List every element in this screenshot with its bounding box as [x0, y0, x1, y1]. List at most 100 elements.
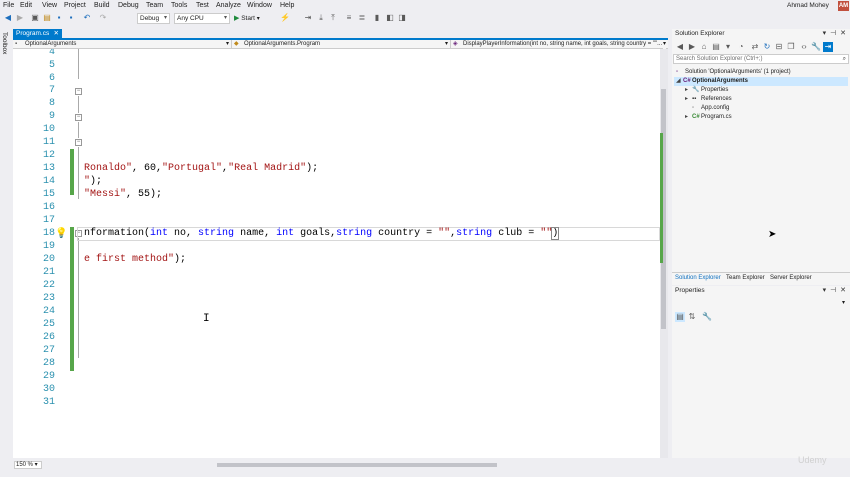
editor-vertical-scrollbar[interactable] [660, 49, 668, 458]
properties-icon[interactable]: 🔧 [811, 42, 821, 52]
forward-icon[interactable]: ▶ [15, 13, 25, 23]
collapsed-icon[interactable]: ▸ [685, 86, 692, 94]
property-pages-icon[interactable]: 🔧 [702, 312, 712, 322]
sync-icon[interactable]: ⇄ [750, 42, 760, 52]
collapsed-icon[interactable]: ▸ [685, 95, 692, 103]
menu-help[interactable]: Help [280, 2, 294, 9]
tab-server-explorer[interactable]: Server Explorer [770, 275, 812, 281]
menu-edit[interactable]: Edit [20, 2, 32, 9]
switch-views-icon[interactable]: ▤ [711, 42, 721, 52]
save-all-icon[interactable]: ▪ [66, 13, 76, 23]
zoom-dropdown[interactable]: 150 % ▾ [14, 461, 42, 469]
collapse-icon[interactable]: − [75, 139, 82, 146]
view-code-icon[interactable]: ‹› [799, 42, 809, 52]
collapsed-icon[interactable]: ▸ [685, 113, 692, 121]
redo-icon[interactable]: ↷ [98, 13, 108, 23]
solution-platforms-combo[interactable]: Any CPU ▾ [174, 13, 230, 24]
categorized-icon[interactable]: ▤ [675, 312, 685, 322]
tree-item-properties[interactable]: ▸ 🔧 Properties [685, 86, 728, 94]
uncomment-icon[interactable]: ≣ [357, 13, 367, 23]
bookmark-icon[interactable]: ▮ [372, 13, 382, 23]
user-name[interactable]: Ahmad Mohey [787, 2, 829, 9]
menu-view[interactable]: View [42, 2, 57, 9]
project-dropdown[interactable]: ▪ OptionalArguments ▾ [13, 40, 232, 49]
menu-project[interactable]: Project [64, 2, 86, 9]
close-icon[interactable]: ✕ [54, 29, 59, 38]
menu-debug[interactable]: Debug [118, 2, 139, 9]
code-token: no, [168, 228, 199, 239]
code-editor[interactable]: 4 5 6 7 8 9 10 11 12 13 14 15 16 17 18 1… [13, 49, 660, 458]
code-line-13: Ronaldo", 60,"Portugal","Real Madrid"); [84, 163, 318, 174]
undo-icon[interactable]: ↶ [82, 13, 92, 23]
code-token: country = [372, 228, 439, 239]
menu-tools[interactable]: Tools [171, 2, 187, 9]
object-selector[interactable]: ▾ [672, 299, 848, 308]
tree-item-solution[interactable]: ▫ Solution 'OptionalArguments' (1 project… [676, 68, 791, 76]
editor-bottom-bar: 150 % ▾ [13, 458, 668, 471]
search-placeholder: Search Solution Explorer (Ctrl+;) [676, 56, 763, 62]
step-into-icon[interactable]: ⤓ [316, 13, 326, 23]
show-all-files-icon[interactable]: ❐ [786, 42, 796, 52]
comment-icon[interactable]: ≡ [344, 13, 354, 23]
tree-item-app-config[interactable]: ▫ App.config [692, 104, 729, 112]
alphabetical-icon[interactable]: ⇅ [687, 312, 697, 322]
avatar[interactable]: AM [838, 1, 849, 11]
back-icon[interactable]: ◀ [675, 42, 685, 52]
tree-item-references[interactable]: ▸ ▪▪ References [685, 95, 732, 103]
member-dropdown[interactable]: ◈ DisplayPlayerInformation(int no, strin… [451, 40, 668, 49]
tab-solution-explorer[interactable]: Solution Explorer [675, 275, 721, 281]
toolbox-tab[interactable]: Toolbox [1, 32, 8, 54]
code-token: ); [174, 254, 187, 265]
settings-icon[interactable]: ▾ [723, 42, 733, 52]
step-over-icon[interactable]: ⇥ [303, 13, 313, 23]
menu-build[interactable]: Build [94, 2, 110, 9]
new-project-icon[interactable]: ▣ [30, 13, 40, 23]
pending-changes-icon[interactable]: ◔ [736, 42, 746, 52]
collapse-icon[interactable]: − [75, 88, 82, 95]
scrollbar-thumb[interactable] [217, 463, 497, 467]
open-file-icon[interactable]: ▤ [42, 13, 52, 23]
browser-link-icon[interactable]: ⚡ [280, 13, 290, 23]
solution-configurations-combo[interactable]: Debug ▾ [137, 13, 170, 24]
forward-icon[interactable]: ▶ [687, 42, 697, 52]
panel-window-controls[interactable]: ▾ ⊣ ✕ [823, 29, 847, 37]
chevron-down-icon: ▾ [225, 41, 229, 47]
next-bookmark-icon[interactable]: ◨ [397, 13, 407, 23]
line-number: 23 [42, 293, 55, 304]
collapse-icon[interactable]: − [75, 114, 82, 121]
collapse-all-icon[interactable]: ⊟ [774, 42, 784, 52]
line-number: 20 [42, 254, 55, 265]
line-number: 19 [42, 241, 55, 252]
refresh-icon[interactable]: ↻ [762, 42, 772, 52]
tab-team-explorer[interactable]: Team Explorer [726, 275, 765, 281]
code-token: "" [540, 228, 553, 239]
start-button[interactable]: ▶ Start ▾ [234, 13, 260, 24]
home-icon[interactable]: ⌂ [699, 42, 709, 52]
preview-selected-icon[interactable]: ⇥ [823, 42, 833, 52]
menu-test[interactable]: Test [196, 2, 209, 9]
tree-item-project[interactable]: ◢ C#OptionalArguments [676, 77, 748, 85]
menu-file[interactable]: File [3, 2, 14, 9]
menu-analyze[interactable]: Analyze [216, 2, 241, 9]
search-input[interactable]: Search Solution Explorer (Ctrl+;) ⌕ [673, 54, 849, 64]
line-number: 16 [42, 202, 55, 213]
code-token: nformation( [84, 228, 151, 239]
editor-horizontal-scrollbar[interactable] [47, 462, 642, 468]
code-token: string [456, 228, 493, 239]
panel-window-controls[interactable]: ▾ ⊣ ✕ [823, 286, 847, 294]
step-out-icon[interactable]: ⤒ [328, 13, 338, 23]
prev-bookmark-icon[interactable]: ◧ [385, 13, 395, 23]
menu-team[interactable]: Team [146, 2, 163, 9]
tab-program-cs[interactable]: Program.cs ✕ [13, 29, 62, 38]
lightbulb-icon[interactable]: 💡 [55, 228, 67, 240]
type-dropdown[interactable]: ◆ OptionalArguments.Program ▾ [232, 40, 451, 49]
line-number: 12 [42, 150, 55, 161]
tree-item-program-cs[interactable]: ▸ C#Program.cs [685, 113, 732, 121]
line-number: 17 [42, 215, 55, 226]
menu-window[interactable]: Window [247, 2, 272, 9]
save-icon[interactable]: ▪ [54, 13, 64, 23]
back-icon[interactable]: ◀ [3, 13, 13, 23]
code-token: "" [438, 228, 451, 239]
expanded-icon[interactable]: ◢ [676, 77, 683, 85]
type-value: OptionalArguments.Program [244, 41, 321, 47]
